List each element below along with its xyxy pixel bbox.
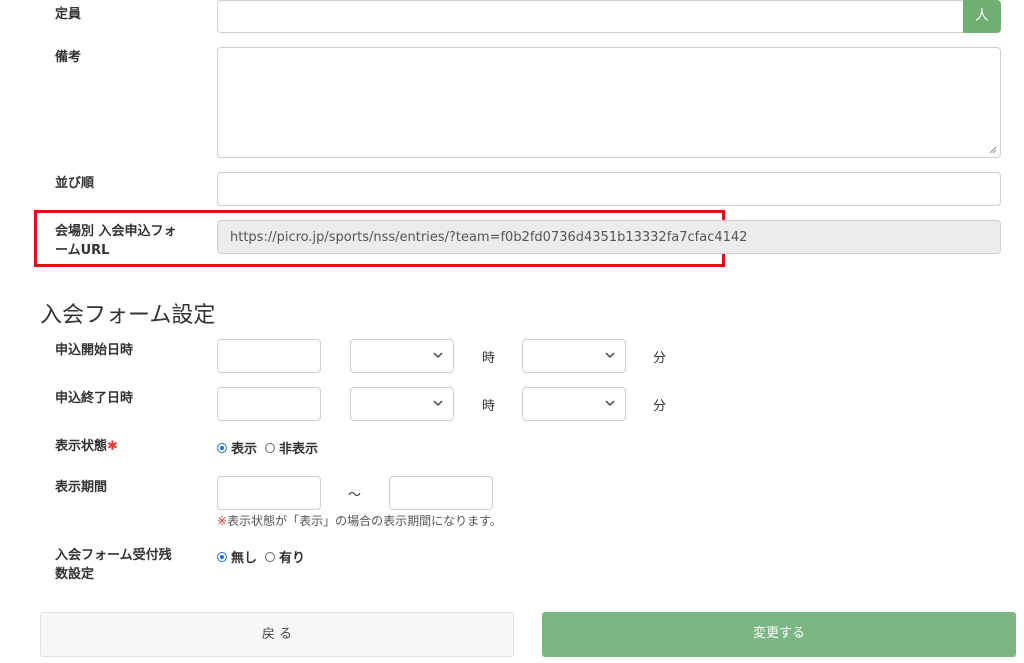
remaining-setting-label-line1: 入会フォーム受付残 <box>55 548 172 563</box>
note-mark: ※ <box>217 514 228 528</box>
end-minute-select[interactable] <box>522 387 626 421</box>
radio-show-label[interactable]: 表示 <box>231 438 257 457</box>
start-minute-select[interactable] <box>522 339 626 373</box>
note-text: 表示状態が「表示」の場合の表示期間になります。 <box>227 514 502 528</box>
radio-hide[interactable] <box>265 442 276 453</box>
submit-button[interactable]: 変更する <box>542 612 1016 657</box>
start-minute-unit: 分 <box>653 351 667 366</box>
radio-exists-label[interactable]: 有り <box>279 547 305 566</box>
start-hour-select[interactable] <box>350 339 454 373</box>
radio-exists[interactable] <box>265 551 276 562</box>
start-date-input[interactable] <box>217 339 321 373</box>
sort-order-label: 並び順 <box>55 176 95 191</box>
form-url-field[interactable]: https://picro.jp/sports/nss/entries/?tea… <box>217 220 1001 254</box>
chevron-down-icon <box>433 352 443 359</box>
required-mark: ✱ <box>107 439 118 454</box>
display-period-note: ※表示状態が「表示」の場合の表示期間になります。 <box>217 512 502 529</box>
form-url-label-line1: 会場別 入会申込フォ <box>55 224 177 239</box>
start-hour-unit: 時 <box>482 351 496 366</box>
display-period-label: 表示期間 <box>55 480 108 495</box>
section-title: 入会フォーム設定 <box>40 303 216 328</box>
chevron-down-icon <box>605 400 615 407</box>
remarks-textarea[interactable] <box>217 47 1001 158</box>
end-hour-select[interactable] <box>350 387 454 421</box>
display-state-radio-group: 表示 非表示 <box>217 438 318 457</box>
radio-none[interactable] <box>217 551 227 562</box>
back-button[interactable]: 戻 る <box>40 612 514 657</box>
sort-order-input[interactable] <box>217 172 1001 206</box>
form-url-label-line2: ームURL <box>55 243 110 258</box>
capacity-unit-addon: 人 <box>963 0 1001 33</box>
remarks-label: 備考 <box>55 50 82 65</box>
display-period-end-input[interactable] <box>389 476 493 510</box>
radio-show[interactable] <box>217 442 227 453</box>
start-datetime-label: 申込開始日時 <box>55 343 134 358</box>
display-state-label-text: 表示状態 <box>55 439 108 454</box>
end-date-input[interactable] <box>217 387 321 421</box>
chevron-down-icon <box>433 400 443 407</box>
resize-handle-icon[interactable] <box>989 146 997 154</box>
display-state-label: 表示状態✱ <box>55 437 118 456</box>
radio-hide-label[interactable]: 非表示 <box>279 438 318 457</box>
capacity-label: 定員 <box>55 7 82 22</box>
radio-none-label[interactable]: 無し <box>231 547 257 566</box>
capacity-input[interactable] <box>217 0 965 33</box>
end-minute-unit: 分 <box>653 399 667 414</box>
remaining-setting-label-line2: 数設定 <box>55 567 95 582</box>
end-hour-unit: 時 <box>482 399 496 414</box>
chevron-down-icon <box>605 352 615 359</box>
end-datetime-label: 申込終了日時 <box>55 391 134 406</box>
display-period-start-input[interactable] <box>217 476 321 510</box>
remaining-setting-radio-group: 無し 有り <box>217 547 305 566</box>
period-separator: ～ <box>348 488 362 503</box>
